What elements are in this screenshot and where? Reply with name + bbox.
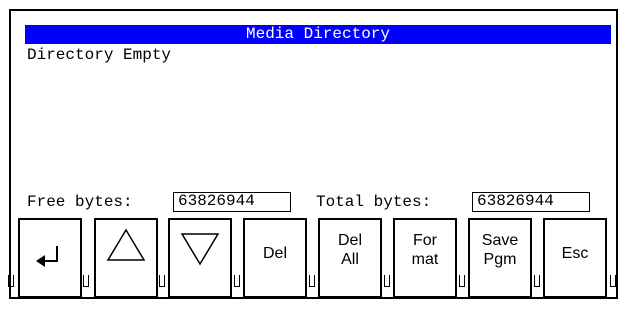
format-button-label: For mat <box>411 232 439 268</box>
escape-button[interactable]: Esc <box>543 218 607 298</box>
key-separator <box>159 275 165 287</box>
delete-all-button-label: Del All <box>337 232 362 268</box>
up-arrow-button[interactable] <box>94 218 158 298</box>
key-separator <box>8 275 14 287</box>
free-bytes-label: Free bytes: <box>27 193 133 211</box>
bytes-info-row: Free bytes: 63826944 Total bytes: 638269… <box>27 189 590 215</box>
key-separator <box>309 275 315 287</box>
key-separator <box>534 275 540 287</box>
delete-button[interactable]: Del <box>243 218 307 298</box>
down-arrow-button[interactable] <box>168 218 232 298</box>
key-separator <box>234 275 240 287</box>
key-separator <box>459 275 465 287</box>
delete-all-button[interactable]: Del All <box>318 218 382 298</box>
up-triangle-icon <box>106 220 146 262</box>
key-separator <box>384 275 390 287</box>
directory-status-text: Directory Empty <box>27 46 172 64</box>
save-program-button[interactable]: Save Pgm <box>468 218 532 298</box>
total-bytes-value: 63826944 <box>472 192 590 212</box>
delete-button-label: Del <box>262 245 287 262</box>
down-triangle-icon <box>180 220 220 266</box>
free-bytes-value: 63826944 <box>173 192 291 212</box>
escape-button-label: Esc <box>561 245 589 262</box>
format-button[interactable]: For mat <box>393 218 457 298</box>
key-separator <box>83 275 89 287</box>
dialog-title: Media Directory <box>245 25 391 43</box>
dialog-title-bar: Media Directory <box>25 25 611 44</box>
enter-return-arrow-icon <box>35 220 65 270</box>
total-bytes-label: Total bytes: <box>316 193 432 211</box>
save-program-button-label: Save Pgm <box>481 232 519 268</box>
key-separator <box>610 275 616 287</box>
enter-button[interactable] <box>18 218 82 298</box>
